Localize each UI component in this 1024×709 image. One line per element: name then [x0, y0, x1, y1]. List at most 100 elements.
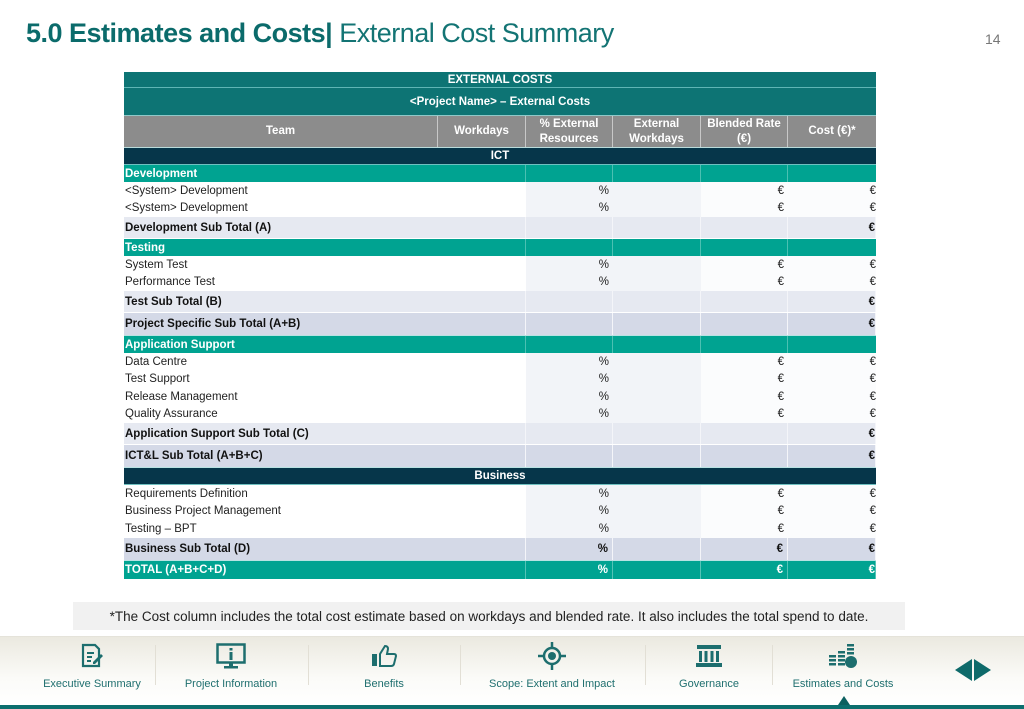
col-header-team: Team: [124, 116, 438, 147]
rate-cell: €: [701, 405, 788, 423]
subtotal-label: Project Specific Sub Total (A+B): [124, 313, 526, 335]
section-title: 5.0 Estimates and Costs: [26, 18, 326, 48]
table-row: Release Management % € €: [124, 388, 876, 406]
nav-scope[interactable]: Scope: Extent and Impact: [482, 637, 622, 697]
empty-cell: [526, 291, 613, 312]
title-divider: |: [325, 18, 333, 48]
section-cell: [526, 336, 613, 353]
nav-project-information[interactable]: Project Information: [170, 637, 292, 697]
monitor-info-icon: [216, 637, 246, 675]
section-label: Application Support: [124, 336, 526, 353]
table-row: Business Project Management % € €: [124, 502, 876, 520]
external-costs-table: EXTERNAL COSTS <Project Name> – External…: [124, 72, 876, 579]
subtotal-row-ictl: ICT&L Sub Total (A+B+C) €: [124, 445, 876, 468]
page-title: 5.0 Estimates and Costs| External Cost S…: [26, 18, 614, 49]
nav-benefits[interactable]: Benefits: [334, 637, 434, 697]
cost-cell: €: [788, 182, 876, 200]
section-cell: [613, 336, 701, 353]
empty-cell: [701, 291, 788, 312]
empty-cell: [701, 445, 788, 467]
slide-navigation: [955, 659, 991, 681]
total-label: TOTAL (A+B+C+D): [124, 560, 526, 579]
section-row-application-support: Application Support: [124, 336, 876, 353]
nav-separator: [460, 645, 461, 685]
rate-cell: €: [701, 485, 788, 503]
cost-cell: €: [788, 502, 876, 520]
nav-executive-summary[interactable]: Executive Summary: [32, 637, 152, 697]
team-cell: Testing – BPT: [125, 522, 197, 535]
team-cell: Requirements Definition: [125, 487, 248, 500]
active-indicator-icon: [838, 696, 850, 705]
previous-arrow-icon[interactable]: [955, 659, 972, 681]
section-cell: [701, 165, 788, 182]
cost-cell: €: [788, 353, 876, 371]
team-cell: Quality Assurance: [125, 408, 218, 421]
empty-cell: [613, 217, 701, 238]
rate-cell: €: [701, 370, 788, 388]
nav-estimates-and-costs[interactable]: Estimates and Costs: [784, 637, 902, 697]
section-label: Development: [124, 165, 526, 182]
external-workdays-cell: [613, 405, 701, 423]
cost-cell: €: [788, 370, 876, 388]
col-header-blended-rate: Blended Rate (€): [701, 116, 788, 147]
empty-cell: [701, 217, 788, 238]
pct-cell: %: [526, 199, 613, 217]
external-workdays-cell: [613, 502, 701, 520]
rate-cell: €: [701, 182, 788, 200]
cost-cell: €: [788, 199, 876, 217]
cost-cell: €: [788, 520, 876, 538]
team-cell: Performance Test: [125, 276, 215, 289]
coins-stack-icon: [828, 637, 858, 675]
total-rate: €: [701, 560, 788, 579]
cost-cell: €: [788, 256, 876, 274]
col-header-ew-line1: External: [633, 117, 680, 130]
table-row: Test Support % € €: [124, 370, 876, 388]
business-band-row: Business: [124, 468, 876, 485]
rate-cell: €: [701, 256, 788, 274]
subtotal-row-development: Development Sub Total (A) €: [124, 217, 876, 239]
subtotal-row-business: Business Sub Total (D) % € €: [124, 537, 876, 561]
cost-cell: €: [788, 405, 876, 423]
cost-cell: €: [788, 273, 876, 291]
table-row: Testing – BPT % € €: [124, 520, 876, 538]
table-row: Requirements Definition % € €: [124, 485, 876, 503]
subtotal-cost: €: [788, 537, 876, 560]
nav-label: Governance: [679, 678, 739, 690]
col-header-workdays: Workdays: [438, 116, 526, 147]
subtotal-pct: %: [526, 537, 613, 560]
institution-icon: [695, 637, 723, 675]
rate-cell: €: [701, 502, 788, 520]
cost-footnote: *The Cost column includes the total cost…: [73, 602, 905, 630]
cost-cell: €: [788, 485, 876, 503]
col-header-pct-line1: % External: [539, 117, 599, 130]
rate-cell: €: [701, 388, 788, 406]
section-cell: [613, 165, 701, 182]
nav-separator: [155, 645, 156, 685]
external-workdays-cell: [613, 520, 701, 538]
pct-cell: %: [526, 182, 613, 200]
subtotal-cost: €: [788, 291, 876, 312]
empty-cell: [526, 423, 613, 444]
external-workdays-cell: [613, 182, 701, 200]
subtotal-row-application-support: Application Support Sub Total (C) €: [124, 423, 876, 445]
total-cost: €: [788, 560, 876, 579]
team-cell: Test Support: [125, 373, 190, 386]
footer-bar: [0, 705, 1024, 709]
section-cell: [701, 239, 788, 256]
section-cell: [613, 239, 701, 256]
total-pct: %: [526, 560, 613, 579]
col-header-external-workdays: External Workdays: [613, 116, 701, 147]
ict-band-label: ICT: [490, 150, 510, 162]
external-workdays-cell: [613, 485, 701, 503]
business-band-label: Business: [474, 470, 526, 482]
project-title: <Project Name> – External Costs: [409, 95, 591, 108]
empty-cell: [613, 537, 701, 560]
col-header-ew-line2: Workdays: [629, 132, 684, 145]
nav-label: Scope: Extent and Impact: [489, 678, 615, 690]
next-arrow-icon[interactable]: [974, 659, 991, 681]
nav-governance[interactable]: Governance: [659, 637, 759, 697]
rate-cell: €: [701, 520, 788, 538]
pct-cell: %: [526, 353, 613, 371]
pct-cell: %: [526, 520, 613, 538]
subtotal-label: ICT&L Sub Total (A+B+C): [124, 445, 526, 467]
